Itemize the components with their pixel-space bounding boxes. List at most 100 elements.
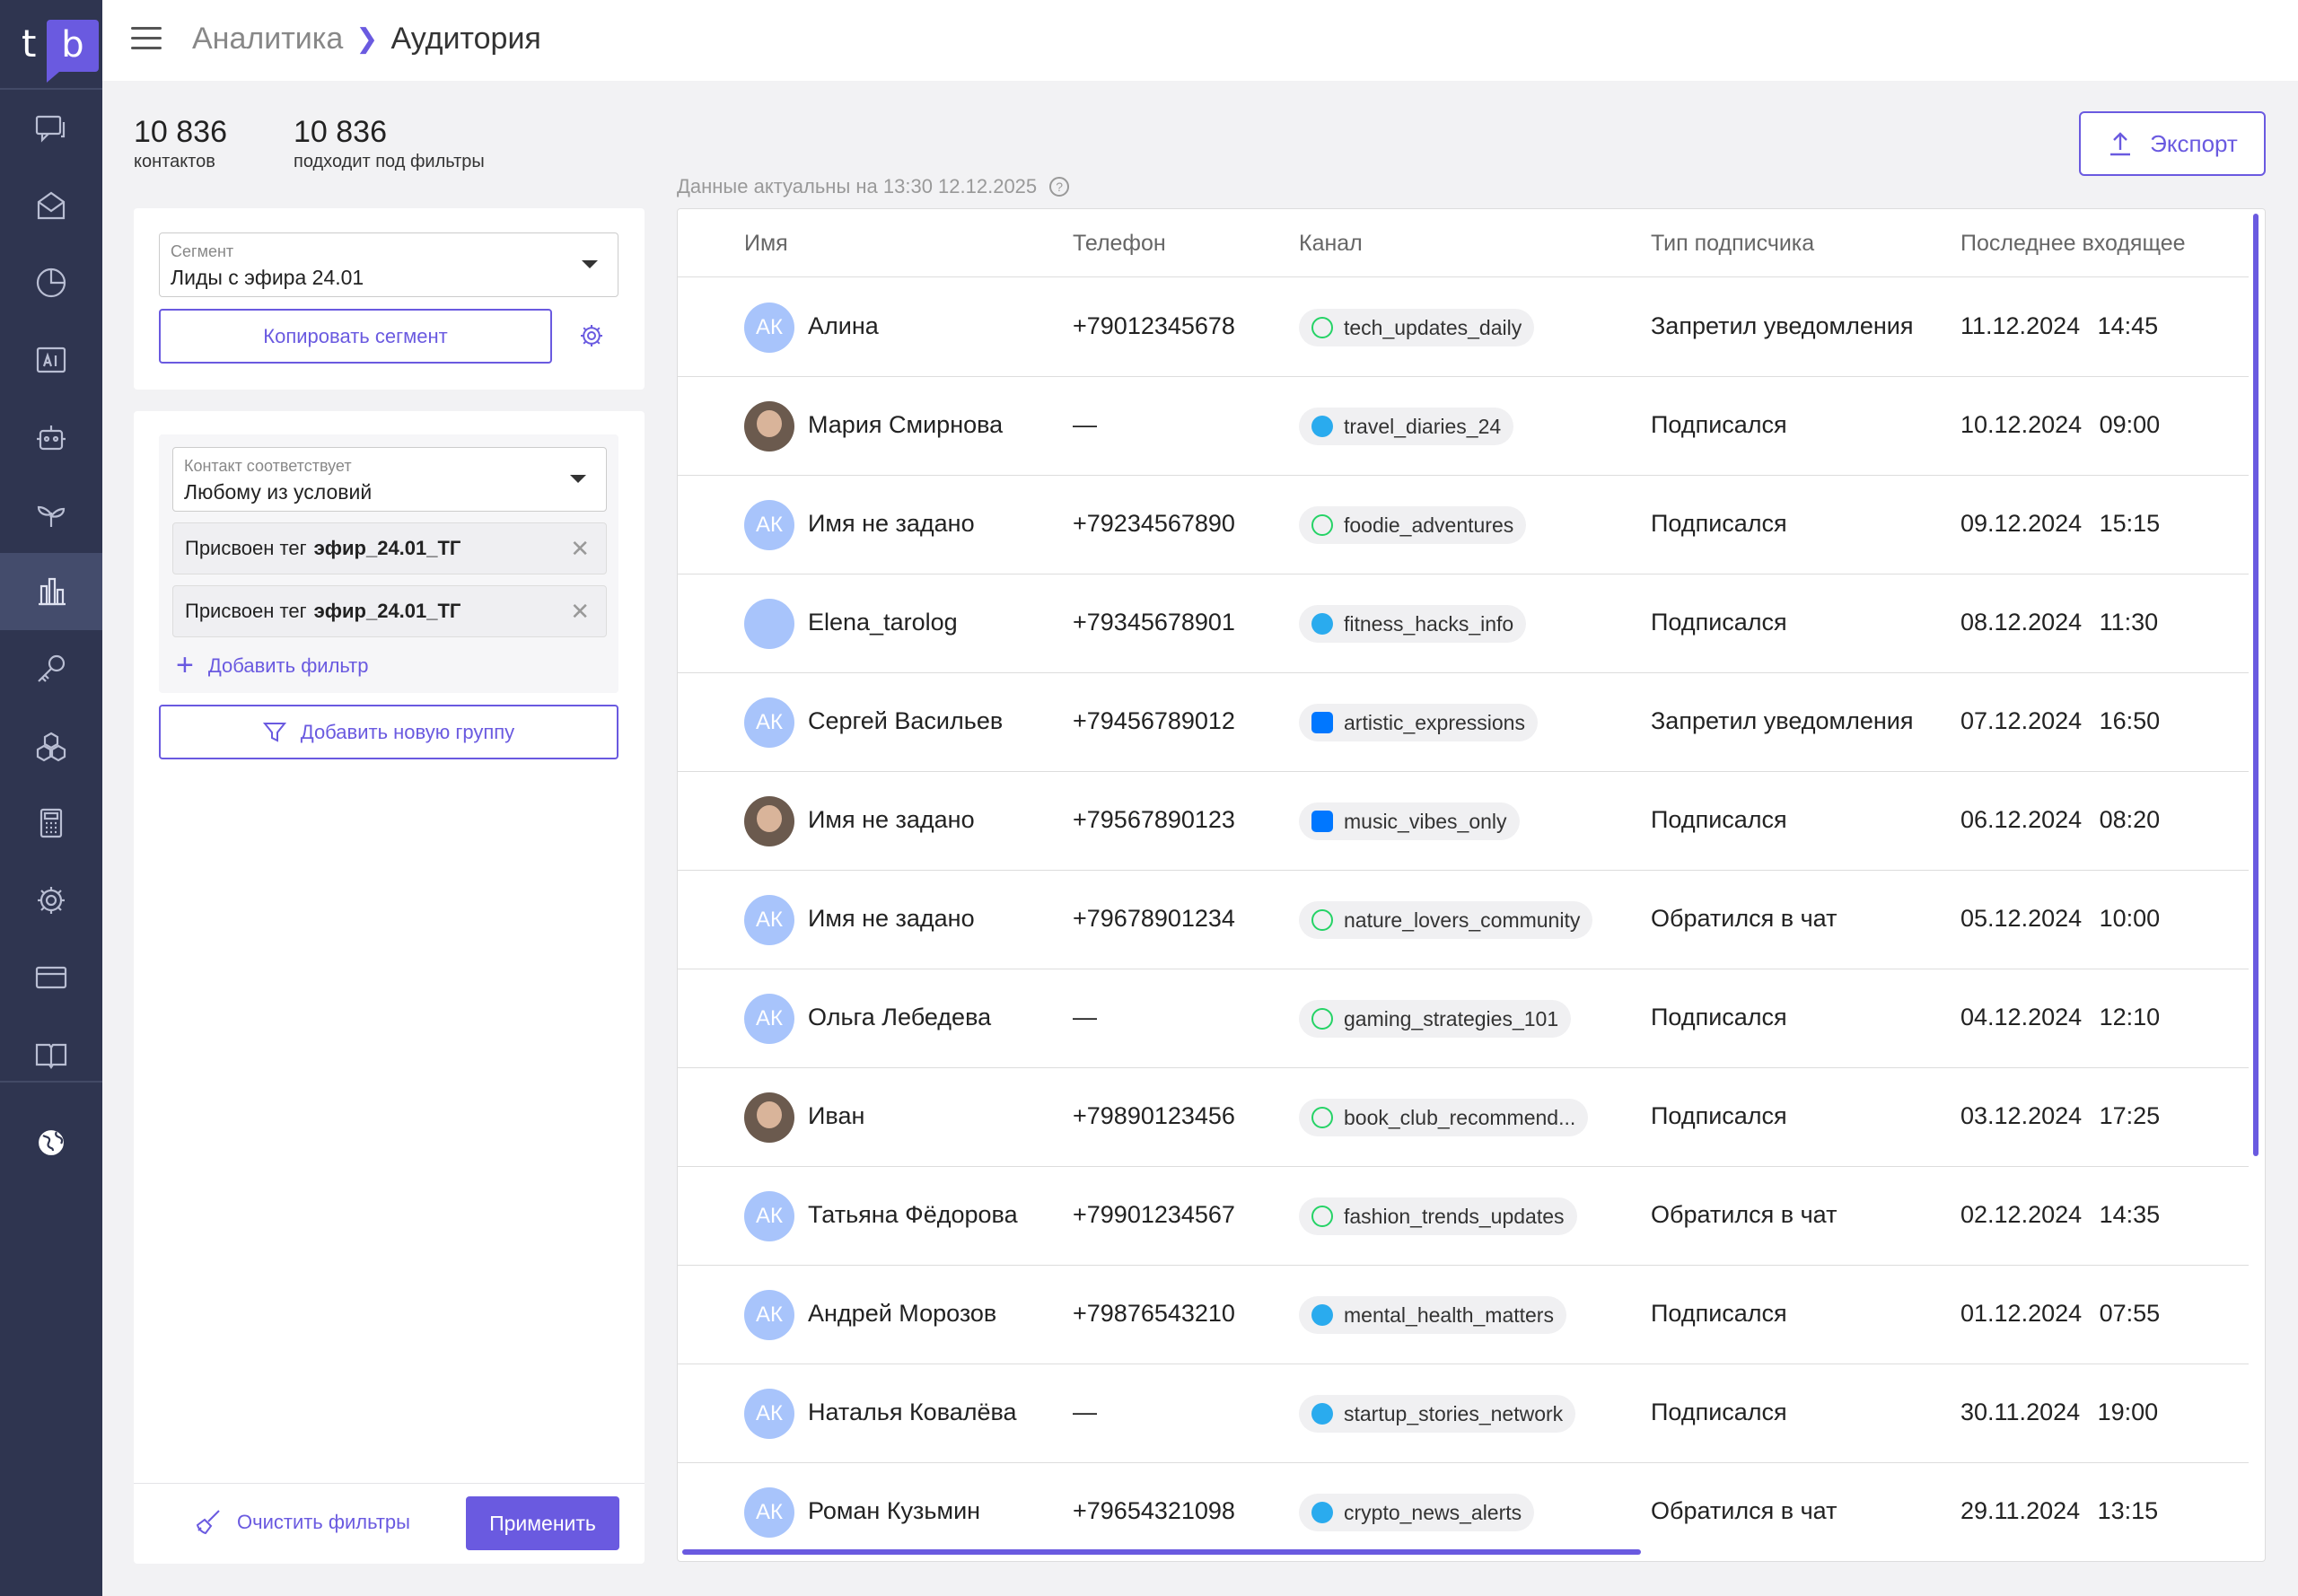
nav-ai[interactable] — [0, 321, 102, 399]
channel-chip: artistic_expressions — [1299, 704, 1538, 741]
contact-name[interactable]: Мария Смирнова — [808, 411, 1003, 439]
subscriber-type: Подписался — [1651, 1004, 1787, 1030]
export-button[interactable]: Экспорт — [2079, 111, 2266, 176]
avatar — [744, 599, 794, 649]
contact-name[interactable]: Ольга Лебедева — [808, 1004, 991, 1031]
segment-select[interactable]: Сегмент Лиды с эфира 24.01 — [159, 232, 618, 297]
column-header-phone[interactable]: Телефон — [1073, 231, 1166, 257]
table-row[interactable]: АК Татьяна Фёдорова +79901234567 fashion_tr… — [678, 1167, 2249, 1266]
breadcrumb-parent[interactable]: Аналитика — [192, 22, 343, 57]
column-header-type[interactable]: Тип подписчика — [1651, 231, 1814, 257]
filter-tag[interactable]: Присвоен тег эфир_24.01_ТГ ✕ — [172, 522, 607, 574]
contact-name[interactable]: Имя не задано — [808, 806, 975, 834]
contact-name[interactable]: Татьяна Фёдорова — [808, 1201, 1018, 1229]
channel-chip: gaming_strategies_101 — [1299, 1000, 1572, 1038]
table-row[interactable]: АК Ольга Лебедева — gaming_strategies_101 По… — [678, 969, 2249, 1068]
stat-value: 10 836 — [134, 115, 227, 149]
table-row[interactable]: АК Сергей Васильев +79456789012 artistic_ex… — [678, 673, 2249, 772]
close-icon[interactable]: ✕ — [570, 523, 590, 574]
last-incoming-date: 04.12.2024 12:10 — [1960, 1004, 2161, 1030]
table-row[interactable]: Elena_tarolog +79345678901 fitness_hacks_i… — [678, 574, 2249, 673]
gear-icon[interactable] — [577, 321, 606, 350]
telegram-icon — [1311, 1403, 1333, 1425]
table-row[interactable]: АК Роман Кузьмин +79654321098 crypto_news_a… — [678, 1463, 2249, 1561]
channel-chip: fitness_hacks_info — [1299, 605, 1527, 643]
contact-name[interactable]: Андрей Морозов — [808, 1300, 996, 1328]
avatar: АК — [744, 697, 794, 748]
subscriber-type: Обратился в чат — [1651, 1201, 1838, 1228]
channel-name: fitness_hacks_info — [1344, 612, 1514, 636]
column-header-last-incoming[interactable]: Последнее входящее — [1960, 231, 2186, 257]
nav-integrations[interactable] — [0, 630, 102, 707]
channel-chip: crypto_news_alerts — [1299, 1494, 1535, 1531]
last-incoming-date: 10.12.2024 09:00 — [1960, 411, 2161, 438]
table-row[interactable]: Иван +79890123456 book_club_recommend... По… — [678, 1068, 2249, 1167]
nav-chats[interactable] — [0, 90, 102, 167]
channel-chip: fashion_trends_updates — [1299, 1197, 1577, 1235]
plus-icon: + — [176, 648, 194, 682]
contact-name[interactable]: Elena_tarolog — [808, 609, 958, 636]
table-row[interactable]: АК Андрей Морозов +79876543210 mental_healt… — [678, 1266, 2249, 1364]
subscriber-type: Подписался — [1651, 1102, 1787, 1129]
last-incoming-date: 01.12.2024 07:55 — [1960, 1300, 2161, 1327]
match-select[interactable]: Контакт соответствует Любому из условий — [172, 447, 607, 512]
filter-icon — [262, 722, 286, 742]
whatsapp-icon — [1311, 909, 1333, 931]
last-incoming-date: 06.12.2024 08:20 — [1960, 806, 2161, 833]
nav-mailings[interactable] — [0, 167, 102, 244]
column-header-name[interactable]: Имя — [744, 231, 788, 257]
nav-growth[interactable] — [0, 476, 102, 553]
contact-name[interactable]: Алина — [808, 312, 879, 340]
contact-name[interactable]: Роман Кузьмин — [808, 1497, 980, 1525]
contact-name[interactable]: Наталья Ковалёва — [808, 1399, 1017, 1426]
close-icon[interactable]: ✕ — [570, 586, 590, 636]
contact-phone: — — [1073, 1399, 1097, 1425]
copy-segment-button[interactable]: Копировать сегмент — [159, 309, 552, 364]
nav-analytics-pie[interactable] — [0, 244, 102, 321]
bar-chart-icon — [39, 577, 66, 606]
channel-chip: foodie_adventures — [1299, 506, 1527, 544]
table-row[interactable]: АК Алина +79012345678 tech_updates_daily Зап… — [678, 278, 2249, 377]
nav-calculator[interactable] — [0, 785, 102, 862]
add-group-button[interactable]: Добавить новую группу — [159, 705, 618, 759]
nav-billing[interactable] — [0, 939, 102, 1016]
column-header-channel[interactable]: Канал — [1299, 231, 1363, 257]
table-row[interactable]: АК Имя не задано +79678901234 nature_lovers… — [678, 871, 2249, 969]
nav-audience[interactable] — [0, 553, 102, 630]
nav-bots[interactable] — [0, 399, 102, 476]
nav-language[interactable] — [0, 1104, 102, 1181]
channel-name: music_vibes_only — [1344, 810, 1507, 833]
contact-name[interactable]: Иван — [808, 1102, 864, 1130]
contact-name[interactable]: Сергей Васильев — [808, 707, 1003, 735]
contact-name[interactable]: Имя не задано — [808, 905, 975, 933]
vertical-scrollbar[interactable] — [2253, 214, 2259, 1156]
apply-button[interactable]: Применить — [466, 1496, 619, 1550]
menu-icon[interactable] — [131, 27, 162, 50]
table-row[interactable]: АК Наталья Ковалёва — startup_stories_netwo… — [678, 1364, 2249, 1463]
last-incoming-date: 29.11.2024 13:15 — [1960, 1497, 2159, 1524]
caret-down-icon — [582, 260, 598, 268]
horizontal-scrollbar[interactable] — [682, 1549, 1641, 1555]
match-select-label: Контакт соответствует — [184, 457, 352, 475]
filter-tag[interactable]: Присвоен тег эфир_24.01_ТГ ✕ — [172, 585, 607, 637]
contact-phone: +79654321098 — [1073, 1497, 1235, 1524]
clear-filters-button[interactable]: Очистить фильтры — [194, 1508, 410, 1537]
data-freshness: Данные актуальны на 13:30 12.12.2025 ? — [677, 175, 1070, 198]
logo[interactable]: t b — [20, 18, 99, 83]
table-row[interactable]: Имя не задано +79567890123 music_vibes_onl… — [678, 772, 2249, 871]
channel-name: gaming_strategies_101 — [1344, 1007, 1559, 1030]
contact-name[interactable]: Имя не задано — [808, 510, 975, 538]
add-filter-button[interactable]: + Добавить фильтр — [176, 648, 368, 683]
telegram-icon — [1311, 1502, 1333, 1523]
nav-settings[interactable] — [0, 862, 102, 939]
table-row[interactable]: АК Имя не задано +79234567890 foodie_advent… — [678, 476, 2249, 574]
key-icon — [38, 654, 66, 682]
contact-phone: +79345678901 — [1073, 609, 1235, 636]
table-row[interactable]: Мария Смирнова — travel_diaries_24 Подписал… — [678, 377, 2249, 476]
divider — [0, 1081, 102, 1083]
nav-modules[interactable] — [0, 707, 102, 785]
channel-name: travel_diaries_24 — [1344, 415, 1502, 438]
channel-chip: music_vibes_only — [1299, 802, 1520, 840]
help-icon[interactable]: ? — [1049, 177, 1070, 197]
vk-icon — [1311, 811, 1333, 832]
